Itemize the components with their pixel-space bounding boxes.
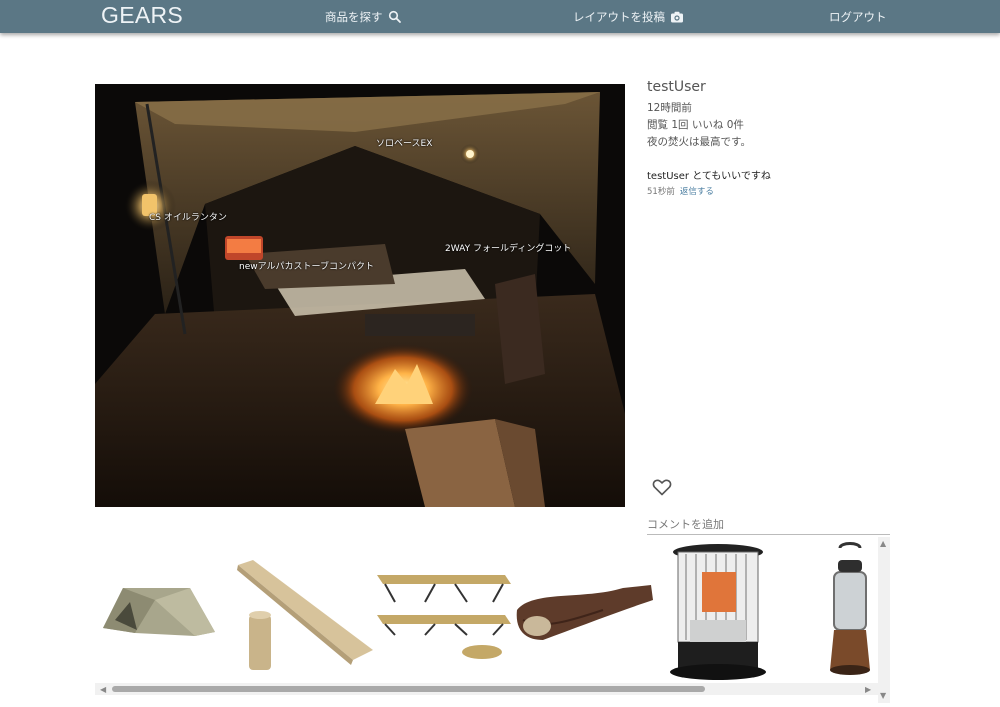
product-mat-image[interactable] — [233, 540, 378, 685]
brand-logo[interactable]: GEARS — [101, 2, 183, 29]
comment-meta: 51秒前 返信する — [647, 185, 714, 197]
reply-button[interactable]: 返信する — [680, 185, 714, 197]
heart-icon[interactable] — [652, 478, 672, 496]
vertical-scrollbar[interactable]: ▲ ▼ — [878, 537, 890, 703]
photo-tag[interactable]: 2WAY フォールディングコット — [445, 241, 571, 254]
post-caption: 夜の焚火は最高です。 — [647, 136, 751, 148]
photo-tag[interactable]: CS オイルランタン — [149, 210, 227, 223]
product-tent-image[interactable] — [95, 540, 230, 685]
top-nav-bar: GEARS 商品を探す レイアウトを投稿 ログアウト — [0, 0, 1000, 33]
logout-link[interactable]: ログアウト — [829, 9, 887, 25]
product-strip — [95, 540, 878, 685]
post-stats: 閲覧 1回 いいね 0件 — [647, 119, 744, 131]
add-comment-input[interactable] — [647, 514, 890, 535]
post-author[interactable]: testUser — [647, 79, 706, 95]
horizontal-scroll-thumb[interactable] — [112, 686, 705, 692]
comment-user[interactable]: testUser — [647, 171, 689, 182]
horizontal-scrollbar[interactable]: ◀ ▶ — [95, 683, 878, 695]
scroll-right-icon[interactable]: ▶ — [865, 685, 871, 694]
product-cot-image[interactable] — [375, 540, 515, 685]
scroll-left-icon[interactable]: ◀ — [100, 685, 106, 694]
comment-text: とてもいいですね — [692, 171, 771, 182]
photo-tag[interactable]: ソロベースEX — [376, 136, 432, 149]
post-layout-label: レイアウトを投稿 — [573, 10, 665, 24]
comment-item: testUser とてもいいですね — [647, 167, 771, 182]
campsite-night-image — [95, 84, 625, 507]
post-time: 12時間前 — [647, 102, 692, 114]
post-layout-link[interactable]: レイアウトを投稿 — [573, 9, 684, 25]
comment-time: 51秒前 — [647, 187, 675, 197]
layout-photo: ソロベースEX CS オイルランタン 2WAY フォールディングコット newア… — [95, 84, 625, 507]
product-stove-image[interactable] — [660, 540, 770, 685]
scroll-down-icon[interactable]: ▼ — [880, 691, 886, 700]
product-lantern-image[interactable] — [820, 540, 878, 685]
photo-tag[interactable]: newアルパカストーブコンパクト — [239, 259, 374, 272]
search-products-label: 商品を探す — [325, 10, 383, 24]
product-sleeping-bag-image[interactable] — [513, 540, 658, 685]
camera-icon — [671, 11, 683, 23]
scroll-up-icon[interactable]: ▲ — [880, 539, 886, 548]
search-products-link[interactable]: 商品を探す — [325, 9, 402, 25]
search-icon — [388, 10, 401, 23]
